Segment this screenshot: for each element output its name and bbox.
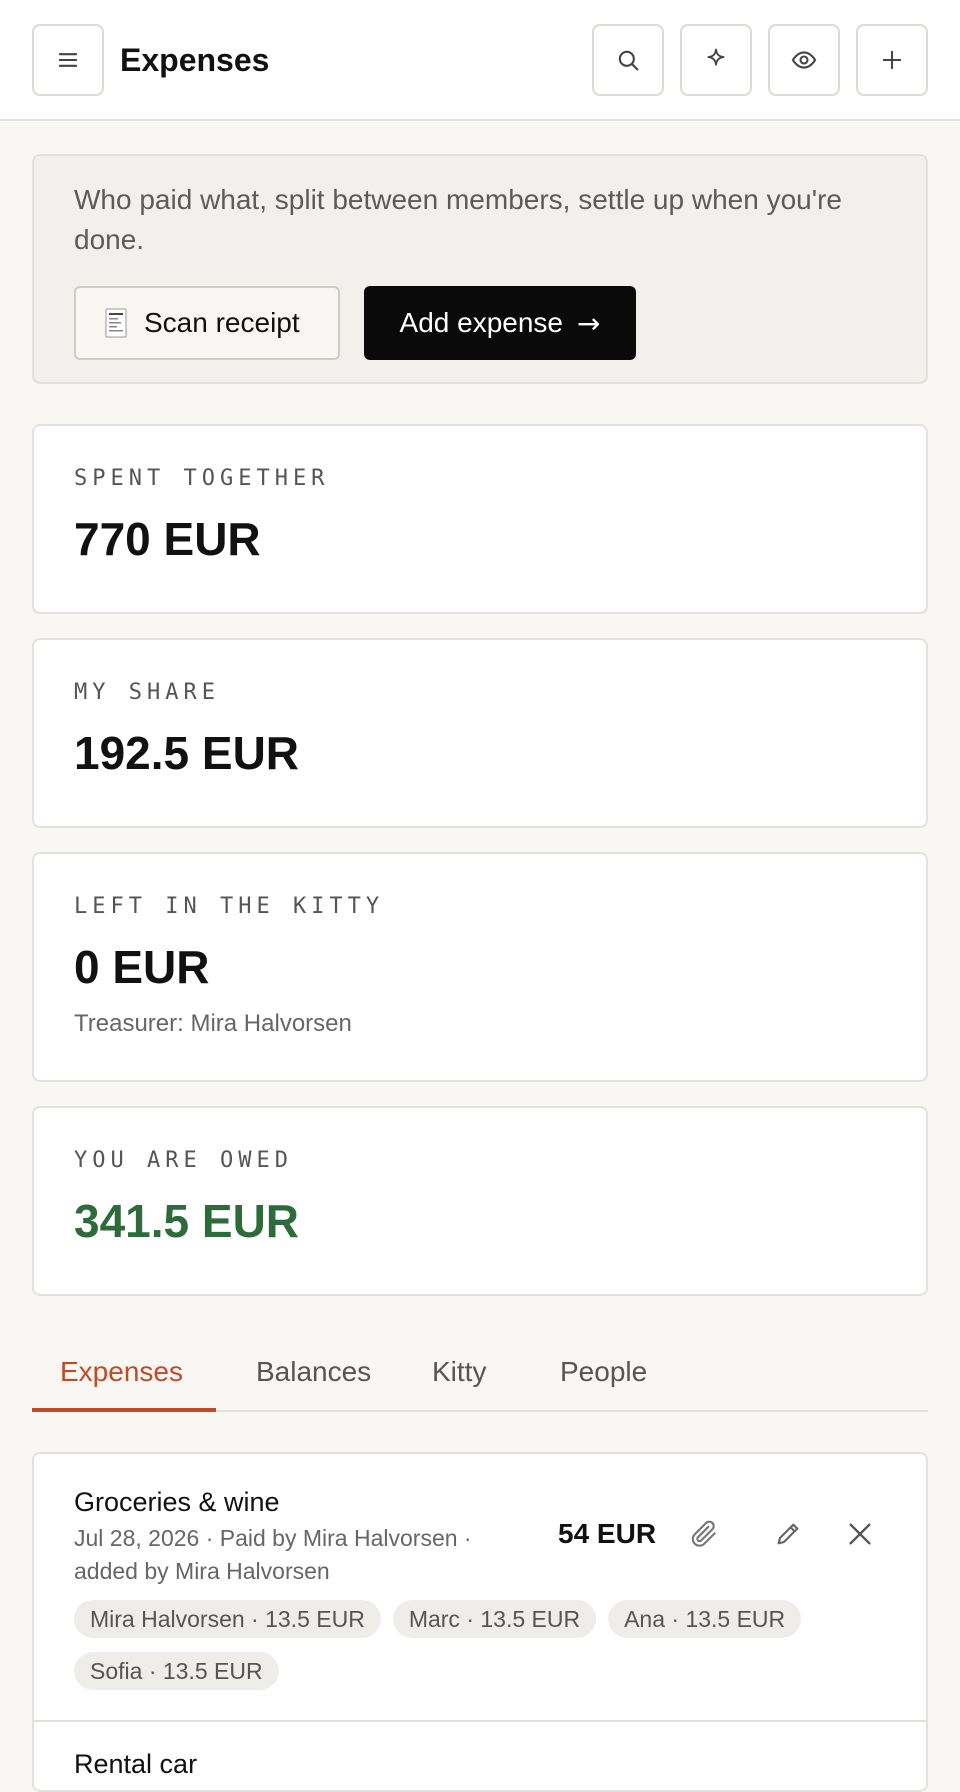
my-share-card: My share 192.5 EUR — [32, 638, 928, 828]
menu-button[interactable] — [32, 24, 104, 96]
stat-label: My share — [74, 680, 220, 705]
expense-title: Rental car — [74, 1749, 198, 1779]
split-chip: Mira Halvorsen · 13.5 EUR — [74, 1600, 381, 1638]
expense-amount: 54 EUR — [558, 1518, 657, 1549]
sparkle-icon — [707, 48, 725, 66]
split-chip: Ana · 13.5 EUR — [608, 1600, 802, 1638]
expense-meta: Jul 28, 2026 · Paid by Mira Halvorsen · … — [74, 1525, 472, 1584]
stat-value: 341.5 EUR — [74, 1195, 300, 1247]
search-icon — [618, 50, 639, 71]
page-title: Expenses — [120, 42, 270, 78]
stat-label: Left in the kitty — [74, 894, 385, 919]
arrow-right-icon: → — [577, 306, 601, 340]
ai-assist-button[interactable] — [680, 24, 752, 96]
stat-value: 192.5 EUR — [74, 727, 300, 779]
scan-receipt-button[interactable]: Scan receipt — [74, 286, 340, 360]
delete-expense-button[interactable] — [838, 1512, 882, 1556]
tab-kitty[interactable]: Kitty — [404, 1344, 514, 1412]
expense-list: Groceries & wine Jul 28, 2026 · Paid by … — [32, 1452, 928, 1792]
stat-value: 770 EUR — [74, 513, 261, 565]
paperclip-icon — [691, 1520, 716, 1547]
edit-expense-button[interactable] — [766, 1512, 810, 1556]
spent-together-card: Spent together 770 EUR — [32, 424, 928, 614]
plus-icon — [882, 50, 902, 70]
treasurer-text: Treasurer: Mira Halvorsen — [74, 1010, 352, 1037]
eye-icon — [791, 51, 817, 69]
search-button[interactable] — [592, 24, 664, 96]
split-chip: Marc · 13.5 EUR — [392, 1600, 597, 1638]
add-expense-button[interactable]: Add expense → — [364, 286, 636, 360]
receipt-icon — [105, 308, 127, 338]
split-chip: Sofia · 13.5 EUR — [74, 1652, 279, 1690]
menu-icon — [58, 53, 78, 67]
tab-bar: Expenses Balances Kitty People — [32, 1344, 928, 1412]
stat-label: You are owed — [74, 1148, 293, 1173]
expense-title: Groceries & wine — [74, 1487, 280, 1517]
tab-people[interactable]: People — [532, 1344, 675, 1412]
add-button[interactable] — [856, 24, 928, 96]
tab-balances[interactable]: Balances — [228, 1344, 399, 1412]
tab-expenses[interactable]: Expenses — [32, 1344, 216, 1412]
toggle-visibility-button[interactable] — [768, 24, 840, 96]
pencil-icon — [777, 1523, 799, 1545]
stat-label: Spent together — [74, 466, 330, 491]
app-header: Expenses — [0, 0, 960, 121]
close-icon — [849, 1523, 871, 1545]
stat-value: 0 EUR — [74, 941, 210, 993]
attachment-button[interactable] — [682, 1512, 726, 1556]
add-expense-label: Add expense — [399, 307, 563, 338]
kitty-card: Left in the kitty 0 EUR Treasurer: Mira … — [32, 852, 928, 1082]
intro-text: Who paid what, split between members, se… — [74, 184, 842, 255]
scan-receipt-label: Scan receipt — [144, 307, 300, 338]
you-are-owed-card: You are owed 341.5 EUR — [32, 1106, 928, 1296]
intro-panel: Who paid what, split between members, se… — [32, 154, 928, 384]
row-divider — [34, 1720, 926, 1722]
split-chips: Mira Halvorsen · 13.5 EUR Marc · 13.5 EU… — [74, 1600, 854, 1690]
